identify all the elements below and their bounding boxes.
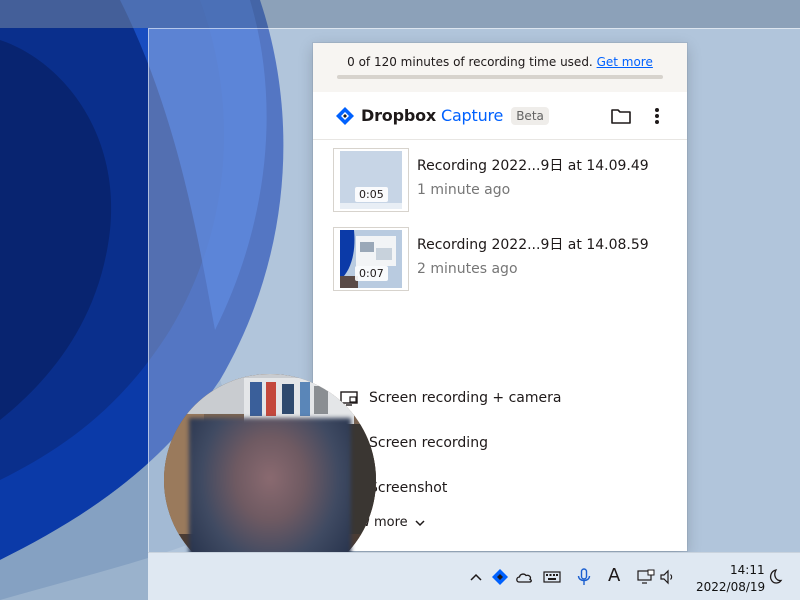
recording-item[interactable]: 0:05 Recording 2022...9日 at 14.09.49 1 m… (333, 148, 673, 212)
recording-thumbnail: 0:07 (333, 227, 409, 291)
clock-date[interactable]: 2022/08/19 (696, 580, 765, 594)
dropbox-capture-tray-icon[interactable] (490, 567, 510, 587)
dropbox-capture-logo-icon (336, 106, 354, 125)
action-label: Screen recording + camera (369, 390, 562, 406)
more-options-icon[interactable] (649, 104, 665, 128)
recording-time: 2 minutes ago (417, 261, 518, 277)
clock-time[interactable]: 14:11 (730, 563, 765, 577)
recording-item[interactable]: 0:07 Recording 2022...9日 at 14.08.59 2 m… (333, 227, 673, 291)
get-more-link[interactable]: Get more (597, 55, 653, 69)
network-display-icon[interactable] (636, 567, 656, 587)
onedrive-cloud-icon[interactable] (514, 567, 534, 587)
action-label: Screen recording (369, 435, 488, 451)
screen-recording-camera-button[interactable]: Screen recording + camera (339, 383, 659, 413)
taskbar: A 14:11 2022/08/19 (148, 552, 800, 600)
screen-recording-button[interactable]: Screen recording (339, 428, 659, 458)
recording-duration: 0:07 (355, 266, 388, 281)
recording-title: Recording 2022...9日 at 14.08.59 (417, 237, 649, 253)
usage-banner: 0 of 120 minutes of recording time used.… (313, 43, 687, 92)
chevron-down-icon (415, 519, 425, 526)
brand-product: Capture (440, 106, 504, 125)
recording-time: 1 minute ago (417, 182, 511, 198)
panel-header: Dropbox Capture Beta (313, 92, 687, 140)
recording-title: Recording 2022...9日 at 14.09.49 (417, 158, 649, 174)
show-hidden-icons-chevron-up-icon[interactable] (466, 567, 486, 587)
folder-icon[interactable] (609, 104, 633, 128)
brand-name: Dropbox (361, 106, 436, 125)
recording-thumbnail: 0:05 (333, 148, 409, 212)
usage-text: 0 of 120 minutes of recording time used. (347, 55, 593, 69)
screenshot-button[interactable]: Screenshot (339, 473, 659, 503)
recording-duration: 0:05 (355, 187, 388, 202)
action-label: Screenshot (369, 480, 448, 496)
usage-progress-bar (337, 75, 663, 79)
ime-mode-indicator[interactable]: A (608, 565, 628, 586)
keyboard-icon[interactable] (542, 567, 562, 587)
volume-icon[interactable] (658, 567, 678, 587)
focus-assist-moon-icon[interactable] (764, 567, 784, 587)
beta-badge: Beta (511, 106, 549, 125)
microphone-icon[interactable] (574, 567, 594, 587)
